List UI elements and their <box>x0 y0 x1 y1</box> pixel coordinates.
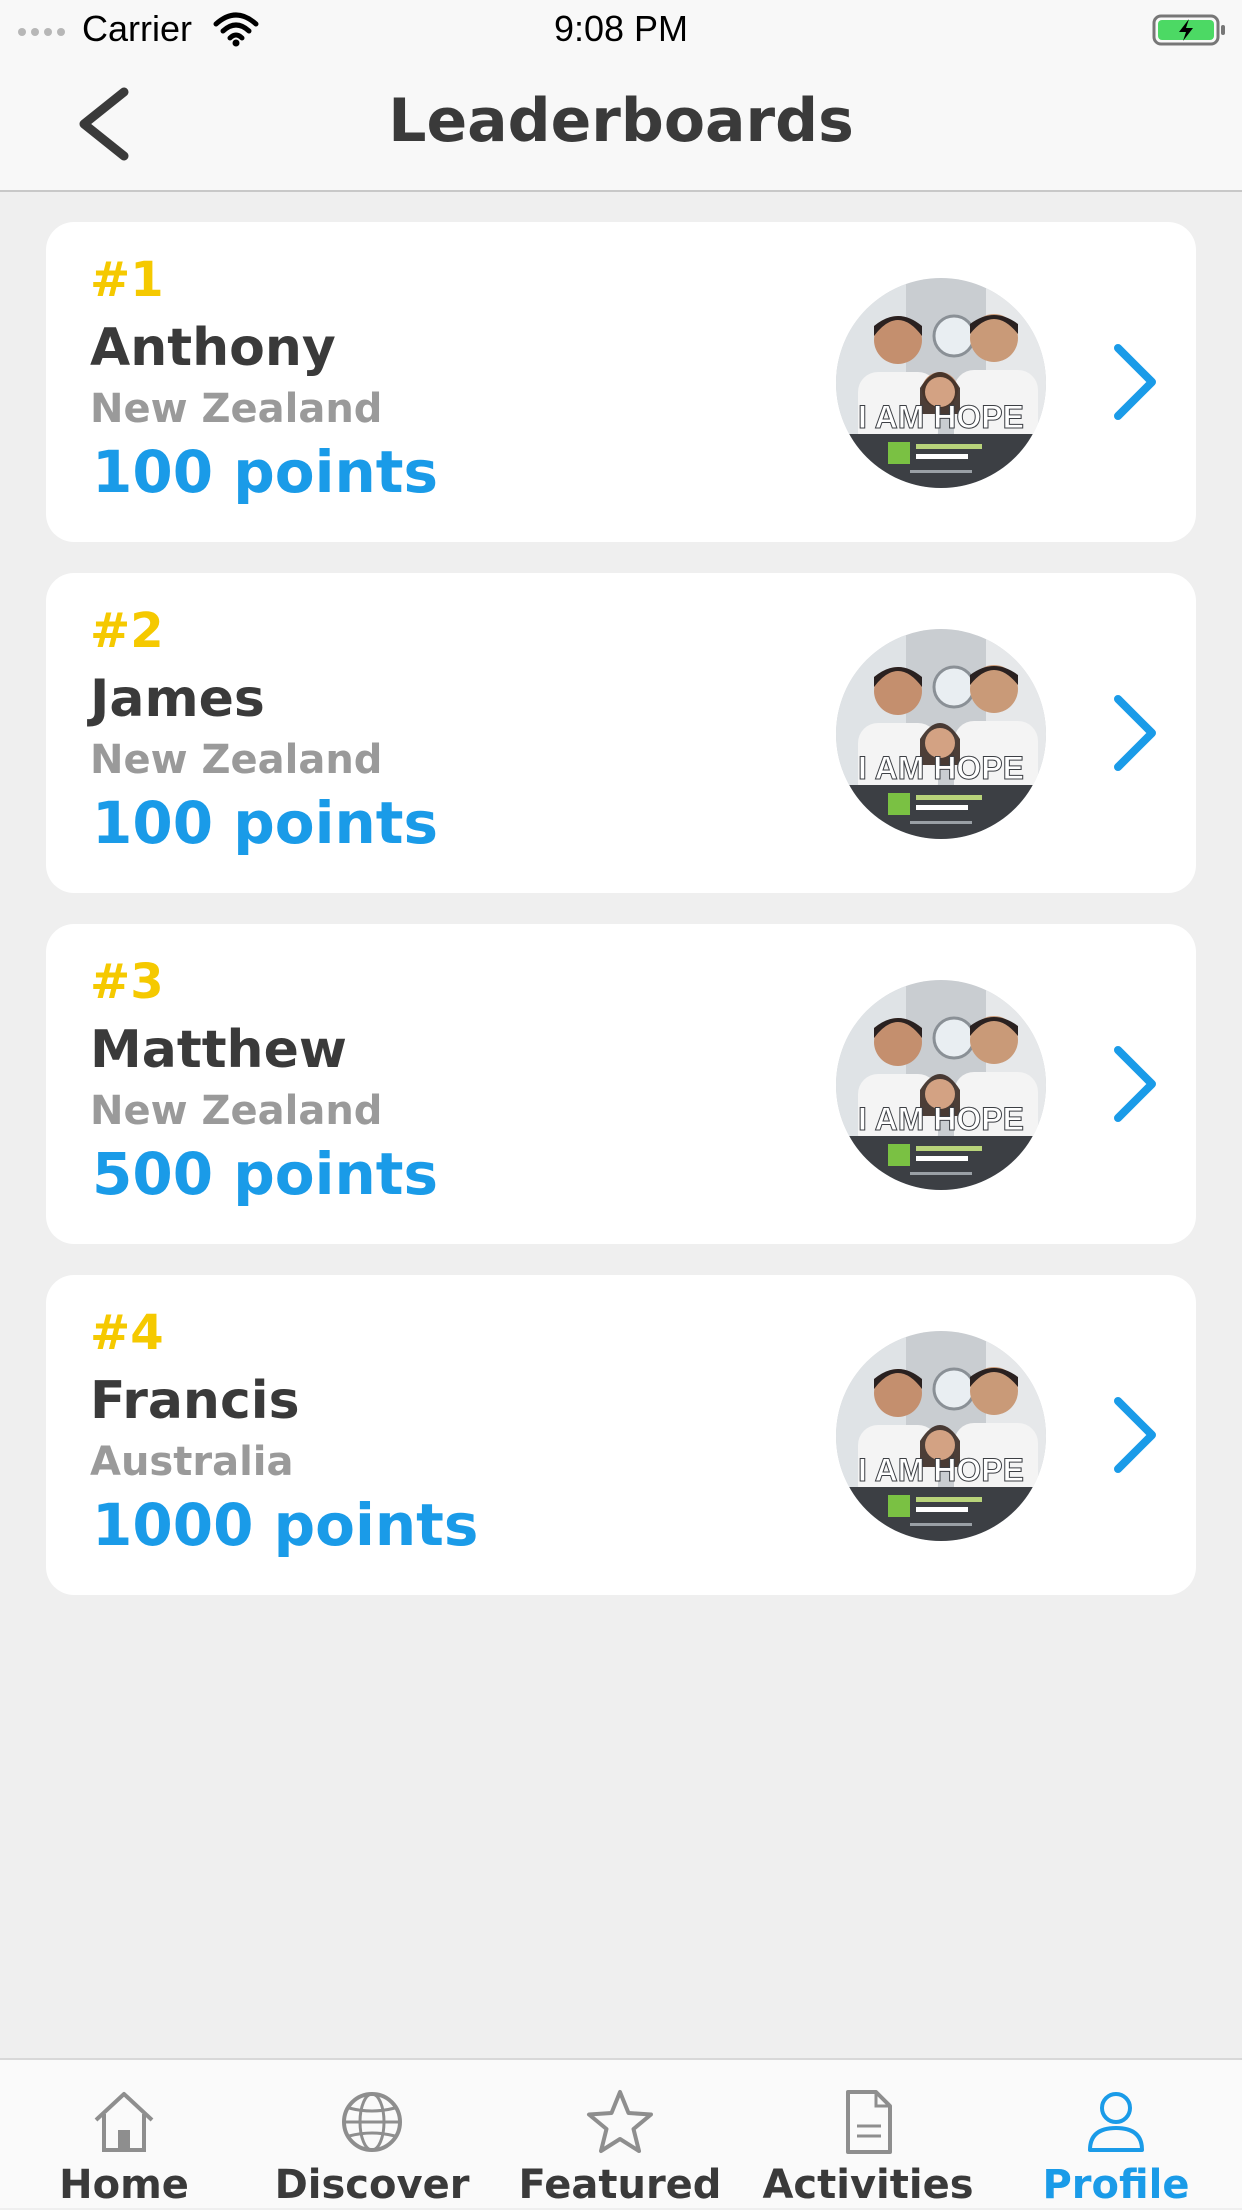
tab-label: Discover <box>274 2162 470 2208</box>
leaderboard-card[interactable]: #2 James New Zealand 100 points I AM HOP… <box>46 573 1196 893</box>
avatar: I AM HOPE <box>836 980 1046 1190</box>
rank-label: #4 <box>90 1305 164 1361</box>
navigation-bar: Leaderboards <box>0 58 1242 192</box>
leaderboard-list: #1 Anthony New Zealand 100 points I AM H… <box>46 222 1196 1626</box>
player-country: Australia <box>90 1439 294 1485</box>
player-points: 500 points <box>92 1140 439 1208</box>
chevron-right-icon[interactable] <box>1104 1042 1164 1126</box>
chevron-right-icon[interactable] <box>1104 340 1164 424</box>
tab-bar: Home Discover Featured Activities Profil… <box>0 2058 1242 2208</box>
status-bar: Carrier 9:08 PM <box>0 0 1242 58</box>
player-country: New Zealand <box>90 737 383 783</box>
home-icon <box>94 2092 154 2152</box>
avatar: I AM HOPE <box>836 1331 1046 1541</box>
avatar-caption: I AM HOPE <box>858 750 1024 786</box>
clock-time: 9:08 PM <box>553 8 689 49</box>
tab-home[interactable]: Home <box>0 2060 248 2210</box>
player-points: 1000 points <box>92 1491 479 1559</box>
avatar-caption: I AM HOPE <box>858 399 1024 435</box>
rank-label: #2 <box>90 603 164 659</box>
chevron-right-icon[interactable] <box>1104 1393 1164 1477</box>
tab-label: Home <box>59 2162 189 2208</box>
player-name: Matthew <box>90 1020 347 1080</box>
player-country: New Zealand <box>90 1088 383 1134</box>
tab-activities[interactable]: Activities <box>744 2060 992 2210</box>
player-country: New Zealand <box>90 386 383 432</box>
tab-discover[interactable]: Discover <box>248 2060 496 2210</box>
rank-label: #1 <box>90 252 164 308</box>
avatar: I AM HOPE <box>836 278 1046 488</box>
document-icon <box>846 2090 892 2154</box>
leaderboard-card[interactable]: #4 Francis Australia 1000 points I AM HO… <box>46 1275 1196 1595</box>
battery-charging-icon <box>1152 14 1225 46</box>
tab-featured[interactable]: Featured <box>496 2060 744 2210</box>
star-icon <box>587 2090 653 2153</box>
tab-label: Profile <box>1042 2162 1190 2208</box>
player-points: 100 points <box>92 438 439 506</box>
player-name: Francis <box>90 1371 300 1431</box>
avatar-caption: I AM HOPE <box>858 1101 1024 1137</box>
person-icon <box>1088 2092 1144 2152</box>
avatar-caption: I AM HOPE <box>858 1452 1024 1488</box>
player-points: 100 points <box>92 789 439 857</box>
tab-profile[interactable]: Profile <box>992 2060 1240 2210</box>
leaderboard-card[interactable]: #3 Matthew New Zealand 500 points I AM H… <box>46 924 1196 1244</box>
player-name: James <box>90 669 265 729</box>
player-name: Anthony <box>90 318 336 378</box>
tab-label: Activities <box>762 2162 974 2208</box>
page-title: Leaderboards <box>388 86 854 156</box>
chevron-right-icon[interactable] <box>1104 691 1164 775</box>
tab-label: Featured <box>518 2162 722 2208</box>
globe-icon <box>342 2092 402 2152</box>
leaderboard-card[interactable]: #1 Anthony New Zealand 100 points I AM H… <box>46 222 1196 542</box>
avatar: I AM HOPE <box>836 629 1046 839</box>
rank-label: #3 <box>90 954 164 1010</box>
